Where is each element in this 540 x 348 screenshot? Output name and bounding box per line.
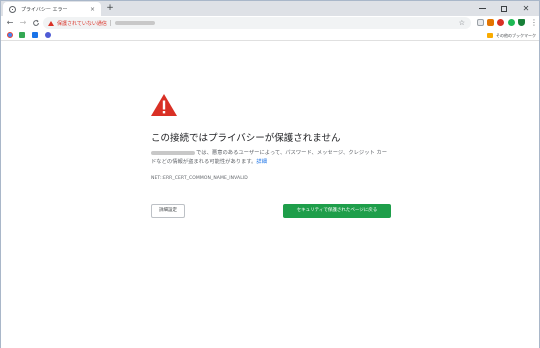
tab-close-icon[interactable]: × <box>88 5 97 14</box>
back-to-safety-button[interactable]: セキュリティで保護されたページに戻る <box>283 204 391 218</box>
warning-triangle-icon <box>151 94 177 116</box>
back-button[interactable]: ← <box>5 16 15 30</box>
extension-icon[interactable] <box>497 19 504 26</box>
url-redacted <box>114 21 155 25</box>
bookmark-icon[interactable] <box>45 32 51 38</box>
forward-button[interactable]: → <box>18 16 28 30</box>
error-description: では、悪意のあるユーザーによって、パスワード、メッセージ、クレジット カードなど… <box>151 149 391 167</box>
new-tab-button[interactable]: + <box>105 3 115 13</box>
bookmarks-bar: その他のブックマーク <box>1 30 539 41</box>
tab-strip: プライバシー エラー × + ✕ <box>1 1 539 16</box>
hostname-redacted <box>151 150 195 155</box>
minimize-icon <box>478 8 486 9</box>
security-status: 保護されていない通信 <box>57 20 107 27</box>
bookmark-icon[interactable] <box>7 32 13 38</box>
close-window-button[interactable]: ✕ <box>515 1 537 16</box>
address-separator <box>109 20 111 26</box>
shield-icon[interactable] <box>518 19 525 26</box>
minimize-button[interactable] <box>471 1 493 16</box>
other-bookmarks[interactable]: その他のブックマーク <box>487 31 536 40</box>
star-icon[interactable]: ☆ <box>459 17 465 29</box>
not-secure-icon <box>48 20 54 26</box>
error-headline: この接続ではプライバシーが保護されません <box>151 133 341 144</box>
address-bar[interactable]: 保護されていない通信 ☆ <box>43 17 471 29</box>
reload-icon <box>33 19 39 26</box>
error-code: NET::ERR_CERT_COMMON_NAME_INVALID <box>151 176 248 181</box>
reload-button[interactable] <box>31 16 41 30</box>
maximize-button[interactable] <box>493 1 515 16</box>
bookmark-icon[interactable] <box>32 32 38 38</box>
close-icon: ✕ <box>522 3 530 13</box>
tab-privacy-error[interactable]: プライバシー エラー × <box>3 2 101 16</box>
menu-icon[interactable]: ⋮ <box>530 16 538 30</box>
toolbar: ← → 保護されていない通信 ☆ ⋮ <box>1 16 539 30</box>
extension-icon[interactable] <box>487 19 494 26</box>
globe-icon <box>9 5 16 13</box>
maximize-icon <box>501 5 507 12</box>
extension-icon[interactable] <box>508 19 515 26</box>
extension-icon[interactable] <box>477 19 484 26</box>
interstitial-page: この接続ではプライバシーが保護されません では、悪意のあるユーザーによって、パス… <box>1 42 539 348</box>
other-bookmarks-label: その他のブックマーク <box>496 32 536 38</box>
browser-window: プライバシー エラー × + ✕ ← → 保護されていない通信 ☆ ⋮ その他の… <box>0 0 540 348</box>
details-link[interactable]: 詳細 <box>256 159 267 165</box>
tab-title: プライバシー エラー <box>21 6 68 13</box>
advanced-button[interactable]: 詳細設定 <box>151 204 185 218</box>
bookmark-icon[interactable] <box>19 32 25 38</box>
folder-icon <box>487 33 493 38</box>
